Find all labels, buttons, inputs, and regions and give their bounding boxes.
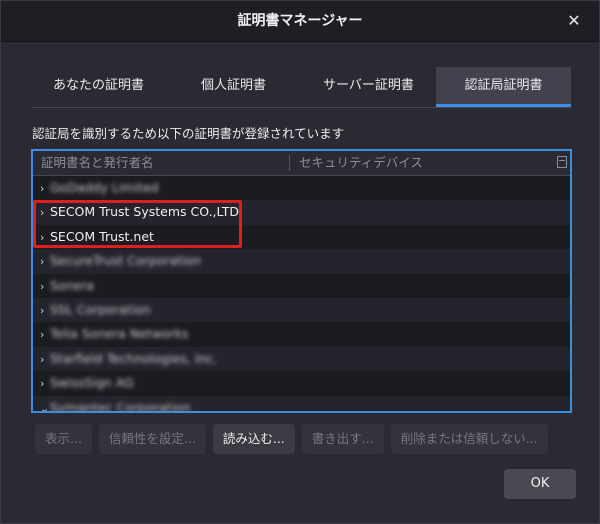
tree-row-label: SSL Corporation xyxy=(50,301,151,317)
tree-row[interactable]: › Telia Sonera Networks xyxy=(33,322,570,346)
dialog-title: 証明書マネージャー xyxy=(237,13,363,29)
ok-button[interactable]: OK xyxy=(504,469,576,499)
chevron-right-icon[interactable]: › xyxy=(40,250,50,274)
tab-bar: あなたの証明書 個人証明書 サーバー証明書 認証局証明書 xyxy=(31,67,571,108)
view-button[interactable]: 表示... xyxy=(35,424,92,454)
chevron-down-icon[interactable]: ⌄ xyxy=(40,397,50,411)
close-icon[interactable]: ✕ xyxy=(563,10,585,32)
tree-row-label: SecureTrust Corporation xyxy=(50,253,202,269)
tab-personal-certificates[interactable]: 個人証明書 xyxy=(166,67,301,107)
tree-row[interactable]: › Starfield Technologies, Inc. xyxy=(33,346,570,372)
tree-row[interactable]: › SwissSign AG xyxy=(33,371,570,395)
certificate-manager-dialog: 証明書マネージャー ✕ あなたの証明書 個人証明書 サーバー証明書 認証局証明書… xyxy=(0,0,600,524)
tree-row[interactable]: ⌄Symantec Corporation xyxy=(33,395,570,413)
description-text: 認証局を識別するため以下の証明書が登録されています xyxy=(32,126,345,141)
tree-row-label: SECOM Trust Systems CO.,LTD. xyxy=(50,204,243,220)
chevron-right-icon[interactable]: › xyxy=(40,372,50,396)
column-header-name[interactable]: 証明書名と発行者名 xyxy=(41,151,154,175)
certificate-tree[interactable]: 証明書名と発行者名 セキュリティデバイス › GoDaddy Limited › SE… xyxy=(31,149,572,413)
tree-row[interactable]: › SECOM Trust.net xyxy=(33,225,570,249)
column-picker-icon[interactable] xyxy=(557,156,567,168)
tab-your-certificates[interactable]: あなたの証明書 xyxy=(31,67,166,107)
column-divider[interactable] xyxy=(289,155,290,171)
delete-distrust-button[interactable]: 削除または信頼しない... xyxy=(390,424,548,454)
import-button[interactable]: 読み込む... xyxy=(212,424,295,454)
edit-trust-button[interactable]: 信頼性を設定... xyxy=(98,424,206,454)
tab-authority-certificates[interactable]: 認証局証明書 xyxy=(436,67,571,107)
chevron-right-icon[interactable]: › xyxy=(40,226,50,250)
chevron-right-icon[interactable]: › xyxy=(40,177,50,201)
export-button[interactable]: 書き出す... xyxy=(301,424,384,454)
chevron-right-icon[interactable]: › xyxy=(40,201,50,225)
tree-row-label: Starfield Technologies, Inc. xyxy=(50,350,218,366)
tree-row[interactable]: › SecureTrust Corporation xyxy=(33,249,570,274)
action-buttons: 表示... 信頼性を設定... 読み込む... 書き出す... 削除または信頼しない..… xyxy=(35,424,548,454)
tree-rows: › GoDaddy Limited › SECOM Trust Systems CO.… xyxy=(33,176,570,413)
tree-row-label: GoDaddy Limited xyxy=(50,180,159,195)
chevron-right-icon[interactable]: › xyxy=(40,323,50,347)
tree-row-label: Symantec Corporation xyxy=(50,399,191,413)
tree-row-label: SwissSign AG xyxy=(50,375,134,391)
tree-header: 証明書名と発行者名 セキュリティデバイス xyxy=(33,151,570,176)
title-bar: 証明書マネージャー ✕ xyxy=(1,1,599,42)
tree-row-label: Telia Sonera Networks xyxy=(50,326,189,342)
tree-row[interactable]: › Sonera xyxy=(33,274,570,298)
chevron-right-icon[interactable]: › xyxy=(40,299,50,323)
tree-row[interactable]: › SECOM Trust Systems CO.,LTD. xyxy=(33,200,570,225)
chevron-right-icon[interactable]: › xyxy=(40,275,50,299)
tree-row[interactable]: › SSL Corporation xyxy=(33,297,570,323)
tree-row-label: Sonera xyxy=(50,277,94,293)
tree-row-label: SECOM Trust.net xyxy=(50,228,154,244)
chevron-right-icon[interactable]: › xyxy=(40,348,50,372)
tab-server-certificates[interactable]: サーバー証明書 xyxy=(301,67,436,107)
column-header-device[interactable]: セキュリティデバイス xyxy=(299,151,423,175)
tree-row[interactable]: › GoDaddy Limited xyxy=(33,176,570,200)
